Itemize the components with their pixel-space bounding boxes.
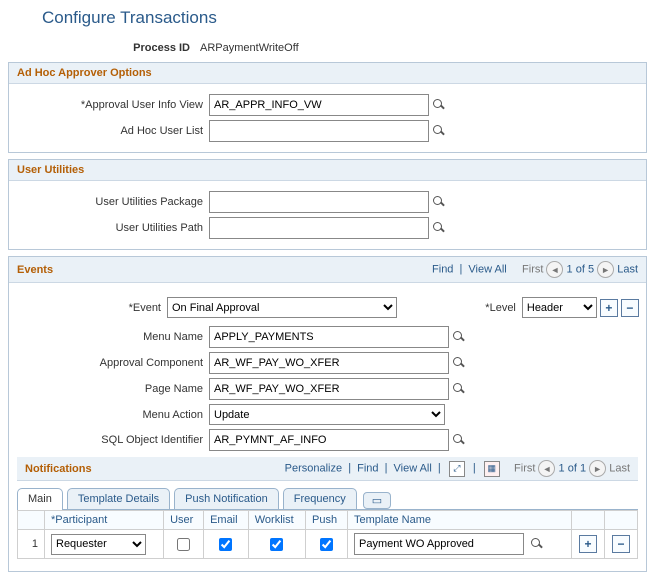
user-utilities-title: User Utilities [9,160,646,181]
level-label: *Level [485,302,522,314]
tab-frequency[interactable]: Frequency [283,488,357,509]
event-label: *Event [13,302,167,314]
approval-view-label: *Approval User Info View [13,99,209,111]
lookup-icon[interactable] [432,98,446,112]
notif-prev-button[interactable]: ◄ [538,460,555,477]
col-email: Email [204,511,249,530]
notif-next-button[interactable]: ► [589,460,606,477]
process-id-value: ARPaymentWriteOff [196,40,303,56]
lookup-icon[interactable] [452,330,466,344]
download-icon[interactable]: ▦ [484,461,500,477]
event-select[interactable]: On Final Approval [167,297,397,318]
lookup-icon[interactable] [432,221,446,235]
notifications-grid: *Participant User Email Worklist Push Te… [17,510,638,559]
approval-comp-input[interactable] [209,352,449,374]
notif-last-label: Last [609,462,630,474]
template-name-input[interactable] [354,533,524,555]
events-last-link[interactable]: Last [617,263,638,275]
page-name-label: Page Name [13,383,209,395]
sql-obj-input[interactable] [209,429,449,451]
col-template-name: Template Name [347,511,571,530]
worklist-checkbox[interactable] [270,538,283,551]
notif-first-label: First [514,462,535,474]
util-package-label: User Utilities Package [13,196,209,208]
menu-action-select[interactable]: Update [209,404,445,425]
adhoc-userlist-label: Ad Hoc User List [13,125,209,137]
lookup-icon[interactable] [452,433,466,447]
col-participant: *Participant [45,511,164,530]
notif-counter: 1 of 1 [559,462,587,474]
delete-row-button[interactable]: − [621,299,639,317]
events-title: Events [17,264,53,276]
notifications-title: Notifications [25,463,92,475]
events-first-label: First [522,263,543,275]
level-select[interactable]: Header [522,297,597,318]
page-title: Configure Transactions [42,8,655,28]
col-push: Push [306,511,348,530]
events-section: Events Find | View All First ◄ 1 of 5 ► … [8,256,647,572]
col-user: User [164,511,204,530]
tab-template-details[interactable]: Template Details [67,488,170,509]
push-checkbox[interactable] [320,538,333,551]
approval-comp-label: Approval Component [13,357,209,369]
participant-select[interactable]: Requester [51,534,146,555]
row-num: 1 [18,530,45,559]
row-add-button[interactable]: + [579,535,597,553]
table-row: 1 Requester + − [18,530,638,559]
lookup-icon[interactable] [452,356,466,370]
lookup-icon[interactable] [530,537,544,551]
events-prev-button[interactable]: ◄ [546,261,563,278]
menu-action-label: Menu Action [13,409,209,421]
events-viewall-link[interactable]: View All [468,263,506,275]
email-checkbox[interactable] [219,538,232,551]
col-worklist: Worklist [248,511,305,530]
tab-show-all-button[interactable]: ▭ [363,492,391,509]
user-checkbox[interactable] [177,538,190,551]
menu-name-label: Menu Name [13,331,209,343]
tab-main[interactable]: Main [17,488,63,510]
adhoc-title: Ad Hoc Approver Options [9,63,646,84]
util-path-input[interactable] [209,217,429,239]
util-package-input[interactable] [209,191,429,213]
adhoc-section: Ad Hoc Approver Options *Approval User I… [8,62,647,153]
notif-find-link[interactable]: Find [357,462,378,474]
adhoc-userlist-input[interactable] [209,120,429,142]
tab-push-notification[interactable]: Push Notification [174,488,279,509]
user-utilities-section: User Utilities User Utilities Package Us… [8,159,647,250]
zoom-icon[interactable]: ⤢ [449,461,465,477]
lookup-icon[interactable] [452,382,466,396]
approval-view-input[interactable] [209,94,429,116]
page-name-input[interactable] [209,378,449,400]
process-id-label: Process ID [0,42,196,54]
row-delete-button[interactable]: − [612,535,630,553]
lookup-icon[interactable] [432,195,446,209]
events-counter: 1 of 5 [567,263,595,275]
notif-viewall-link[interactable]: View All [394,462,432,474]
sql-obj-label: SQL Object Identifier [13,434,209,446]
add-row-button[interactable]: + [600,299,618,317]
grid-header-row: *Participant User Email Worklist Push Te… [18,511,638,530]
util-path-label: User Utilities Path [13,222,209,234]
notif-personalize-link[interactable]: Personalize [285,462,342,474]
lookup-icon[interactable] [432,124,446,138]
events-find-link[interactable]: Find [432,263,453,275]
menu-name-input[interactable] [209,326,449,348]
events-next-button[interactable]: ► [597,261,614,278]
